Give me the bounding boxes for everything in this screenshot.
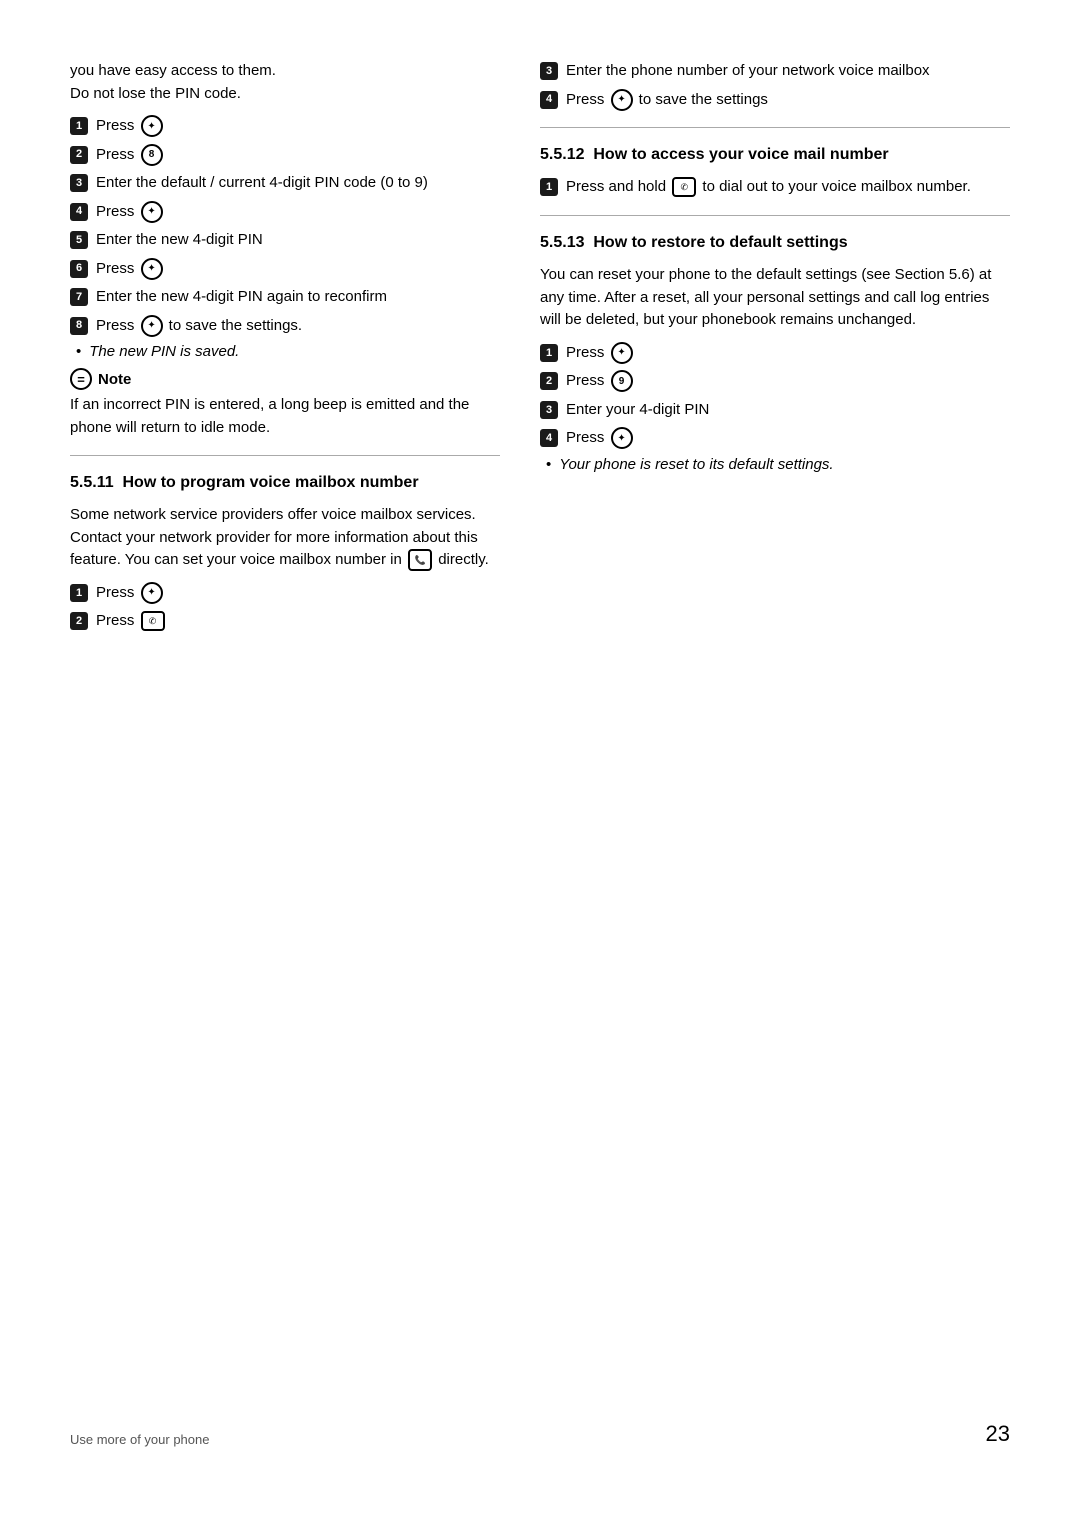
nav-icon-8	[141, 315, 163, 337]
step-text-3: Enter the default / current 4-digit PIN …	[96, 172, 500, 195]
section-511-body: Some network service providers offer voi…	[70, 504, 500, 572]
page: you have easy access to them. Do not los…	[0, 0, 1080, 1527]
nav-icon-4	[141, 201, 163, 223]
step-badge-2: 2	[70, 146, 88, 164]
step-text-4: Press	[96, 201, 500, 224]
step-badge-6: 6	[70, 260, 88, 278]
step-badge-4: 4	[70, 203, 88, 221]
step-513-3: 3 Enter your 4-digit PIN	[540, 399, 1010, 422]
nav-icon-513-4	[611, 427, 633, 449]
step-text-5: Enter the new 4-digit PIN	[96, 229, 500, 252]
voicemail-inline-icon: 📞	[408, 549, 432, 571]
step-badge-511-3: 3	[540, 62, 558, 80]
step-text-513-3: Enter your 4-digit PIN	[566, 399, 1010, 422]
step-511-1: 1 Press	[70, 582, 500, 605]
step-badge-5: 5	[70, 231, 88, 249]
note-header: = Note	[70, 368, 500, 390]
step-text-513-2: Press 9	[566, 370, 1010, 393]
step-badge-3: 3	[70, 174, 88, 192]
nav-icon-6	[141, 258, 163, 280]
nav-icon-513-1	[611, 342, 633, 364]
step-2: 2 Press 8	[70, 144, 500, 167]
step-511-2: 2 Press ✆	[70, 610, 500, 633]
step-513-4: 4 Press	[540, 427, 1010, 450]
step-4: 4 Press	[70, 201, 500, 224]
step-text-512-1: Press and hold ✆ to dial out to your voi…	[566, 176, 1010, 199]
step-6: 6 Press	[70, 258, 500, 281]
step-7: 7 Enter the new 4-digit PIN again to rec…	[70, 286, 500, 309]
step-badge-8: 8	[70, 317, 88, 335]
bullet-reset: • Your phone is reset to its default set…	[540, 456, 1010, 473]
step-text-511-2: Press ✆	[96, 610, 500, 633]
intro-text: you have easy access to them. Do not los…	[70, 60, 500, 105]
step-1: 1 Press	[70, 115, 500, 138]
divider-513	[540, 215, 1010, 216]
footer: Use more of your phone 23	[70, 1411, 1010, 1447]
bullet-pin-saved: • The new PIN is saved.	[70, 343, 500, 360]
step-text-8: Press to save the settings.	[96, 315, 500, 338]
step-text-511-1: Press	[96, 582, 500, 605]
step-text-513-1: Press	[566, 342, 1010, 365]
step-text-6: Press	[96, 258, 500, 281]
step-badge-513-1: 1	[540, 344, 558, 362]
divider-512	[540, 127, 1010, 128]
step-badge-511-4: 4	[540, 91, 558, 109]
note-text: If an incorrect PIN is entered, a long b…	[70, 394, 500, 439]
nav-icon-511-1	[141, 582, 163, 604]
bullet-text-reset: Your phone is reset to its default setti…	[559, 456, 833, 473]
note-block: = Note If an incorrect PIN is entered, a…	[70, 368, 500, 439]
key9-icon: 9	[611, 370, 633, 392]
section-513-body: You can reset your phone to the default …	[540, 264, 1010, 332]
step-text-511-3: Enter the phone number of your network v…	[566, 60, 1010, 83]
step-badge-513-4: 4	[540, 429, 558, 447]
step-text-2: Press 8	[96, 144, 500, 167]
step-badge-513-3: 3	[540, 401, 558, 419]
step-badge-512-1: 1	[540, 178, 558, 196]
step-512-1: 1 Press and hold ✆ to dial out to your v…	[540, 176, 1010, 199]
step-513-2: 2 Press 9	[540, 370, 1010, 393]
voicemail-icon-511-2: ✆	[141, 611, 165, 631]
step-badge-513-2: 2	[540, 372, 558, 390]
key8-icon: 8	[141, 144, 163, 166]
step-badge-511-2: 2	[70, 612, 88, 630]
step-5: 5 Enter the new 4-digit PIN	[70, 229, 500, 252]
voicemail-hold-icon: ✆	[672, 177, 696, 197]
page-number: 23	[986, 1421, 1010, 1447]
step-511-4: 4 Press to save the settings	[540, 89, 1010, 112]
step-text-513-4: Press	[566, 427, 1010, 450]
step-513-1: 1 Press	[540, 342, 1010, 365]
left-column: you have easy access to them. Do not los…	[70, 60, 500, 1371]
step-badge-511-1: 1	[70, 584, 88, 602]
step-badge-7: 7	[70, 288, 88, 306]
bullet-text-pin: The new PIN is saved.	[89, 343, 239, 360]
divider-511	[70, 455, 500, 456]
step-badge-1: 1	[70, 117, 88, 135]
step-3: 3 Enter the default / current 4-digit PI…	[70, 172, 500, 195]
section-511-title: 5.5.11 How to program voice mailbox numb…	[70, 472, 500, 494]
step-text-7: Enter the new 4-digit PIN again to recon…	[96, 286, 500, 309]
section-513-title: 5.5.13 How to restore to default setting…	[540, 232, 1010, 254]
step-511-3: 3 Enter the phone number of your network…	[540, 60, 1010, 83]
section-512-title: 5.5.12 How to access your voice mail num…	[540, 144, 1010, 166]
nav-icon-1	[141, 115, 163, 137]
footer-label: Use more of your phone	[70, 1432, 209, 1447]
right-column: 3 Enter the phone number of your network…	[540, 60, 1010, 1371]
nav-icon-511-4	[611, 89, 633, 111]
step-8: 8 Press to save the settings.	[70, 315, 500, 338]
step-text-511-4: Press to save the settings	[566, 89, 1010, 112]
note-icon: =	[70, 368, 92, 390]
step-text-1: Press	[96, 115, 500, 138]
